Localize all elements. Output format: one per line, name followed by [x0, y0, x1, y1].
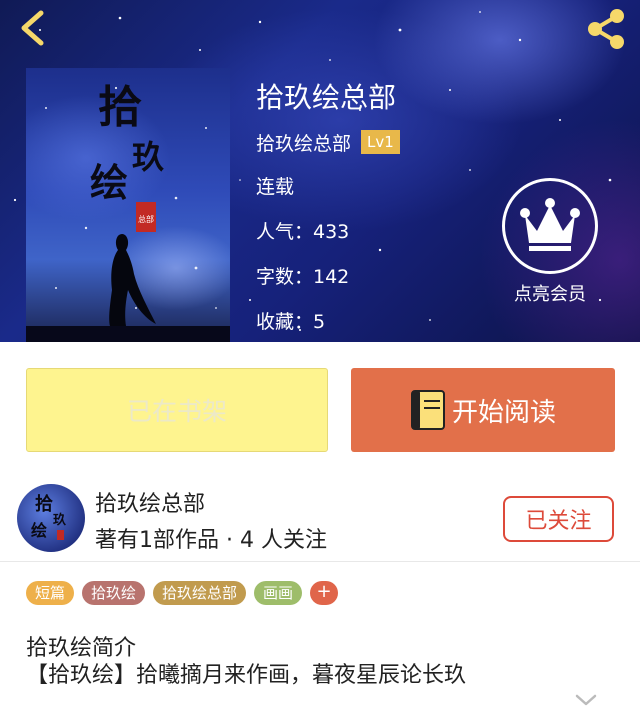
share-button[interactable] [582, 6, 630, 52]
author-line: 拾玖绘总部 Lv1 [256, 128, 400, 156]
avatar-char-2: 玖 [53, 512, 67, 528]
favorites-text: 收藏：5 [256, 311, 326, 333]
cover-seal-text: 总部 [138, 214, 154, 224]
cover-char-1: 拾 [98, 82, 142, 133]
avatar-char-1: 拾 [35, 493, 53, 515]
cover-artwork: 拾 玖 绘 总部 [26, 82, 230, 342]
vip-button[interactable]: 点亮会员 [498, 178, 602, 308]
start-reading-button[interactable]: 开始阅读 [351, 368, 615, 452]
author-card-name[interactable]: 拾玖绘总部 [95, 486, 205, 518]
level-badge: Lv1 [361, 130, 400, 154]
back-button[interactable] [14, 6, 54, 50]
author-card: 拾 玖 绘 拾玖绘总部 著有1部作品 · 4 人关注 已关注 [0, 470, 640, 562]
book-cover[interactable]: 拾 玖 绘 总部 [26, 68, 230, 342]
on-shelf-label: 已在书架 [126, 397, 227, 426]
status-text: 连载 [256, 176, 295, 198]
tag-shijiuhui[interactable]: 拾玖绘 [82, 581, 146, 605]
tag-short[interactable]: 短篇 [26, 581, 75, 605]
vip-circle [502, 178, 598, 274]
add-tag-button[interactable]: + [310, 581, 339, 605]
tag-list: 短篇 拾玖绘 拾玖绘总部 画画 + [26, 581, 339, 605]
avatar-char-3: 绘 [31, 521, 47, 540]
share-icon [588, 9, 624, 49]
book-header: 拾 玖 绘 总部 拾玖绘总部 拾玖绘总部 Lv1 连载 人气：433 字数：14… [0, 0, 640, 342]
expand-intro-button[interactable] [574, 690, 598, 710]
cover-char-3: 绘 [90, 160, 128, 205]
avatar-artwork: 拾 玖 绘 [31, 493, 67, 540]
tag-drawing[interactable]: 画画 [254, 581, 303, 605]
popularity-text: 人气：433 [256, 221, 350, 243]
cover-char-2: 玖 [132, 138, 164, 176]
cover-silhouette [109, 234, 156, 326]
crown-icon [520, 198, 580, 251]
author-name[interactable]: 拾玖绘总部 [256, 129, 351, 156]
tag-shijiuhui-hq[interactable]: 拾玖绘总部 [153, 581, 247, 605]
vip-label: 点亮会员 [514, 284, 586, 305]
chevron-left-icon [21, 10, 44, 46]
book-title: 拾玖绘总部 [256, 81, 397, 114]
word-count-text: 字数：142 [256, 266, 350, 288]
intro-text: 【拾玖绘】拾曦摘月来作画，暮夜星辰论长玖 [26, 663, 467, 688]
cover-ground [26, 326, 230, 342]
author-card-stats: 著有1部作品 · 4 人关注 [95, 528, 327, 553]
on-shelf-button[interactable]: 已在书架 [26, 368, 328, 452]
start-reading-label: 开始阅读 [451, 397, 556, 428]
chevron-down-icon [575, 694, 597, 706]
book-icon [410, 390, 445, 430]
follow-button[interactable]: 已关注 [503, 496, 614, 542]
avatar[interactable]: 拾 玖 绘 [17, 484, 85, 552]
avatar-seal [57, 530, 64, 540]
